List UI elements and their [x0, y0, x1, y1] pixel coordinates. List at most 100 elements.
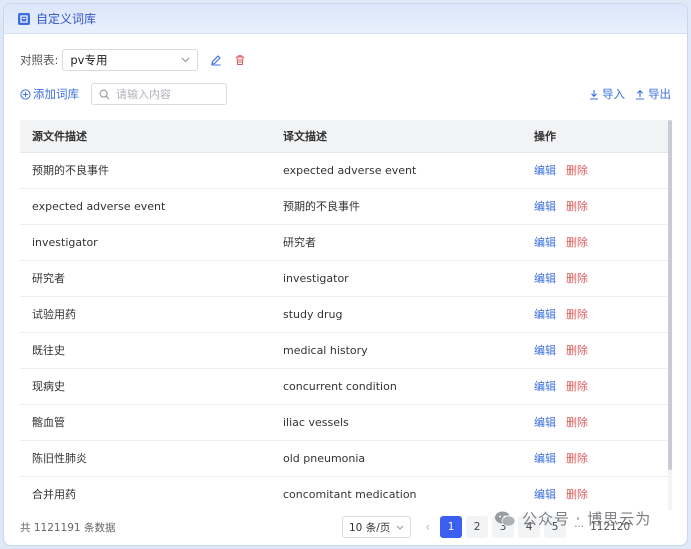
- target-cell: expected adverse event: [271, 152, 522, 189]
- compare-row: 对照表: pv专用: [20, 49, 246, 71]
- table-header-row: 源文件描述 译文描述 操作: [20, 120, 671, 153]
- edit-icon[interactable]: [210, 54, 222, 66]
- target-cell: 研究者: [271, 224, 522, 261]
- operations-cell: 编辑 删除: [522, 404, 671, 441]
- header-operations: 操作: [522, 120, 671, 153]
- edit-row-button[interactable]: 编辑: [534, 416, 556, 429]
- compare-select[interactable]: pv专用: [62, 49, 199, 71]
- source-cell: investigator: [20, 224, 271, 261]
- page-size-select[interactable]: 10 条/页: [342, 516, 412, 538]
- title-bar: 自定义词库: [4, 4, 687, 34]
- source-cell: expected adverse event: [20, 188, 271, 225]
- edit-row-button[interactable]: 编辑: [534, 272, 556, 285]
- delete-row-button[interactable]: 删除: [566, 380, 588, 393]
- edit-row-button[interactable]: 编辑: [534, 452, 556, 465]
- page-size-value: 10 条/页: [349, 521, 391, 534]
- edit-row-button[interactable]: 编辑: [534, 380, 556, 393]
- edit-row-button[interactable]: 编辑: [534, 344, 556, 357]
- compare-label: 对照表:: [20, 53, 59, 67]
- page-1[interactable]: 1: [440, 516, 463, 538]
- total-count: 共 1121191 条数据: [20, 521, 116, 534]
- operations-cell: 编辑 删除: [522, 224, 671, 261]
- export-label: 导出: [648, 87, 671, 101]
- source-cell: 合并用药: [20, 476, 271, 510]
- source-cell: 陈旧性肺炎: [20, 440, 271, 477]
- target-cell: 预期的不良事件: [271, 188, 522, 225]
- watermark-text: 公众号 · 博思云为: [522, 510, 652, 528]
- source-cell: 现病史: [20, 368, 271, 405]
- target-cell: concomitant medication: [271, 476, 522, 510]
- table-scrollbar[interactable]: [668, 120, 672, 510]
- page-2[interactable]: 2: [466, 516, 489, 538]
- dictionary-window: 自定义词库 对照表: pv专用 添加词库 导入: [3, 3, 688, 546]
- trash-icon[interactable]: [234, 54, 246, 66]
- target-cell: iliac vessels: [271, 404, 522, 441]
- chevron-down-icon: [181, 57, 190, 63]
- edit-row-button[interactable]: 编辑: [534, 308, 556, 321]
- operations-cell: 编辑 删除: [522, 440, 671, 477]
- table-row: expected adverse event 预期的不良事件 编辑 删除: [20, 188, 671, 225]
- operations-cell: 编辑 删除: [522, 296, 671, 333]
- add-dictionary-label: 添加词库: [33, 87, 79, 101]
- table-row: 现病史 concurrent condition 编辑 删除: [20, 368, 671, 405]
- scrollbar-thumb[interactable]: [668, 120, 672, 470]
- delete-row-button[interactable]: 删除: [566, 236, 588, 249]
- target-cell: old pneumonia: [271, 440, 522, 477]
- table-row: 研究者 investigator 编辑 删除: [20, 260, 671, 297]
- target-cell: medical history: [271, 332, 522, 369]
- wechat-icon: [495, 511, 516, 527]
- operations-cell: 编辑 删除: [522, 188, 671, 225]
- search-input[interactable]: [116, 87, 216, 101]
- book-icon: [18, 12, 30, 25]
- import-button[interactable]: 导入: [589, 86, 625, 102]
- source-cell: 髂血管: [20, 404, 271, 441]
- table-row: 预期的不良事件 expected adverse event 编辑 删除: [20, 152, 671, 189]
- table-row: 既往史 medical history 编辑 删除: [20, 332, 671, 369]
- plus-circle-icon: [20, 88, 31, 100]
- edit-row-button[interactable]: 编辑: [534, 488, 556, 501]
- table-row: investigator 研究者 编辑 删除: [20, 224, 671, 261]
- operations-cell: 编辑 删除: [522, 152, 671, 189]
- edit-row-button[interactable]: 编辑: [534, 236, 556, 249]
- edit-row-button[interactable]: 编辑: [534, 164, 556, 177]
- download-icon: [590, 89, 598, 100]
- compare-select-value: pv专用: [70, 53, 108, 67]
- edit-row-button[interactable]: 编辑: [534, 200, 556, 213]
- source-cell: 既往史: [20, 332, 271, 369]
- table-row: 陈旧性肺炎 old pneumonia 编辑 删除: [20, 440, 671, 477]
- delete-row-button[interactable]: 删除: [566, 164, 588, 177]
- source-cell: 预期的不良事件: [20, 152, 271, 189]
- window-title: 自定义词库: [36, 12, 97, 26]
- header-target: 译文描述: [271, 120, 522, 153]
- prev-page-icon[interactable]: ‹: [425, 520, 430, 534]
- target-cell: study drug: [271, 296, 522, 333]
- delete-row-button[interactable]: 删除: [566, 488, 588, 501]
- add-dictionary-button[interactable]: 添加词库: [20, 86, 79, 102]
- source-cell: 研究者: [20, 260, 271, 297]
- import-label: 导入: [602, 87, 625, 101]
- table-row: 合并用药 concomitant medication 编辑 删除: [20, 476, 671, 510]
- import-export-group: 导入 导出: [579, 86, 671, 102]
- delete-row-button[interactable]: 删除: [566, 272, 588, 285]
- table-row: 试验用药 study drug 编辑 删除: [20, 296, 671, 333]
- operations-cell: 编辑 删除: [522, 368, 671, 405]
- upload-icon: [636, 89, 644, 100]
- search-icon: [99, 89, 110, 99]
- delete-row-button[interactable]: 删除: [566, 344, 588, 357]
- target-cell: concurrent condition: [271, 368, 522, 405]
- source-cell: 试验用药: [20, 296, 271, 333]
- operations-cell: 编辑 删除: [522, 476, 671, 510]
- export-button[interactable]: 导出: [635, 86, 671, 102]
- target-cell: investigator: [271, 260, 522, 297]
- delete-row-button[interactable]: 删除: [566, 308, 588, 321]
- dictionary-table: 源文件描述 译文描述 操作 预期的不良事件 expected adverse ev…: [20, 120, 671, 510]
- actions-row: 添加词库 导入 导出: [20, 83, 671, 105]
- header-source: 源文件描述: [20, 120, 271, 153]
- delete-row-button[interactable]: 删除: [566, 416, 588, 429]
- delete-row-button[interactable]: 删除: [566, 200, 588, 213]
- table-row: 髂血管 iliac vessels 编辑 删除: [20, 404, 671, 441]
- delete-row-button[interactable]: 删除: [566, 452, 588, 465]
- operations-cell: 编辑 删除: [522, 260, 671, 297]
- search-box: [91, 83, 227, 105]
- operations-cell: 编辑 删除: [522, 332, 671, 369]
